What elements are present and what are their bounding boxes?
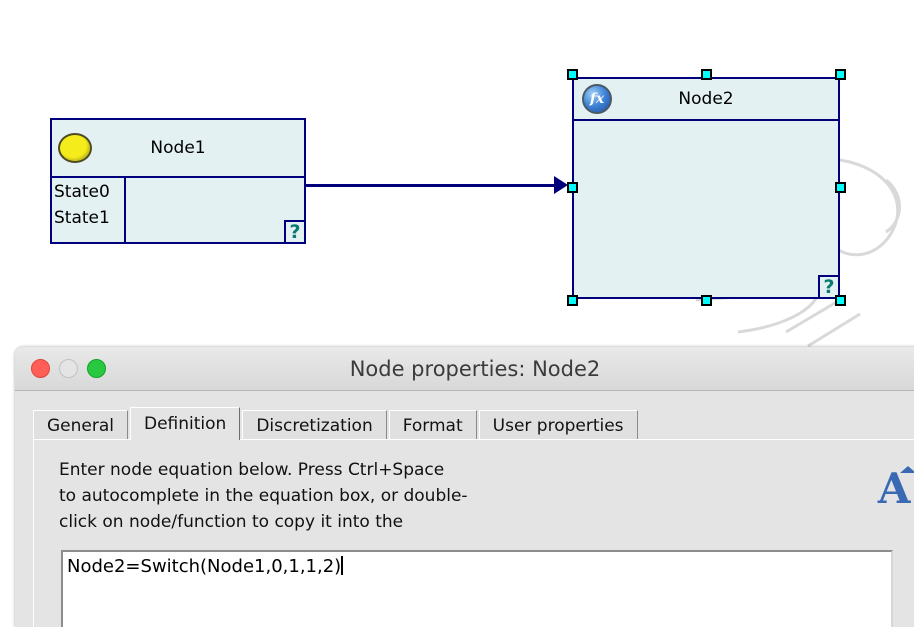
tab-general[interactable]: General [33,410,128,440]
instructions-line-3: click on node/function to copy it into t… [59,512,404,532]
tab-label: Format [402,415,463,436]
equation-input[interactable]: Node2=Switch(Node1,0,1,1,2) [61,550,893,627]
tab-bar[interactable]: General Definition Discretization Format… [33,407,640,440]
dialog-title: Node properties: Node2 [349,356,601,381]
selection-handle-bottom-left[interactable] [567,295,578,306]
selection-handle-bottom-right[interactable] [835,295,846,306]
font-size-tools: A A [878,466,914,510]
yellow-ellipse-icon [58,133,92,163]
tab-label: Definition [144,414,227,434]
definition-panel: Enter node equation below. Press Ctrl+Sp… [33,439,914,627]
text-cursor [341,556,344,575]
node-node1[interactable]: Node1 State0 State1 ? [50,118,306,244]
node1-state-item: State0 [54,182,110,202]
node1-state-list: State0 State1 [52,178,126,242]
tab-label: User properties [492,415,624,436]
node1-title: Node1 [150,138,206,158]
node-properties-dialog[interactable]: Node properties: Node2 General Definitio… [15,347,914,627]
definition-instructions: Enter node equation below. Press Ctrl+Sp… [59,457,579,535]
node1-help-marker[interactable]: ? [284,220,304,242]
node-node2[interactable]: fx Node2 ? [572,77,840,299]
node1-state-item: State1 [54,208,110,228]
connection-line[interactable] [306,184,558,187]
equation-value: Node2=Switch(Node1,0,1,1,2) [67,556,342,577]
instructions-line-2: to autocomplete in the equation box, or … [59,486,468,506]
tab-format[interactable]: Format [388,410,477,440]
selection-handle-top-left[interactable] [567,69,578,80]
selection-handle-top-center[interactable] [701,69,712,80]
selection-handle-bottom-center[interactable] [701,295,712,306]
arrow-right-icon [554,176,568,194]
tab-definition[interactable]: Definition [130,407,241,440]
instructions-line-1: Enter node equation below. Press Ctrl+Sp… [59,460,445,480]
tab-discretization[interactable]: Discretization [242,410,387,440]
selection-handle-middle-right[interactable] [835,182,846,193]
tab-label: General [47,415,114,436]
caret-up-icon [900,466,914,473]
node1-body: State0 State1 ? [52,178,304,242]
node2-title: Node2 [678,89,734,109]
increase-font-size-icon[interactable]: A [878,466,914,510]
selection-handle-middle-left[interactable] [567,182,578,193]
tab-label: Discretization [256,415,373,436]
dialog-titlebar[interactable]: Node properties: Node2 [15,347,914,391]
node2-body: ? [574,121,838,297]
selection-handle-top-right[interactable] [835,69,846,80]
tab-user-properties[interactable]: User properties [478,410,638,440]
fx-icon: fx [582,84,612,114]
node2-help-marker[interactable]: ? [818,275,838,297]
node1-header: Node1 [52,120,304,178]
node2-header: fx Node2 [574,79,838,121]
